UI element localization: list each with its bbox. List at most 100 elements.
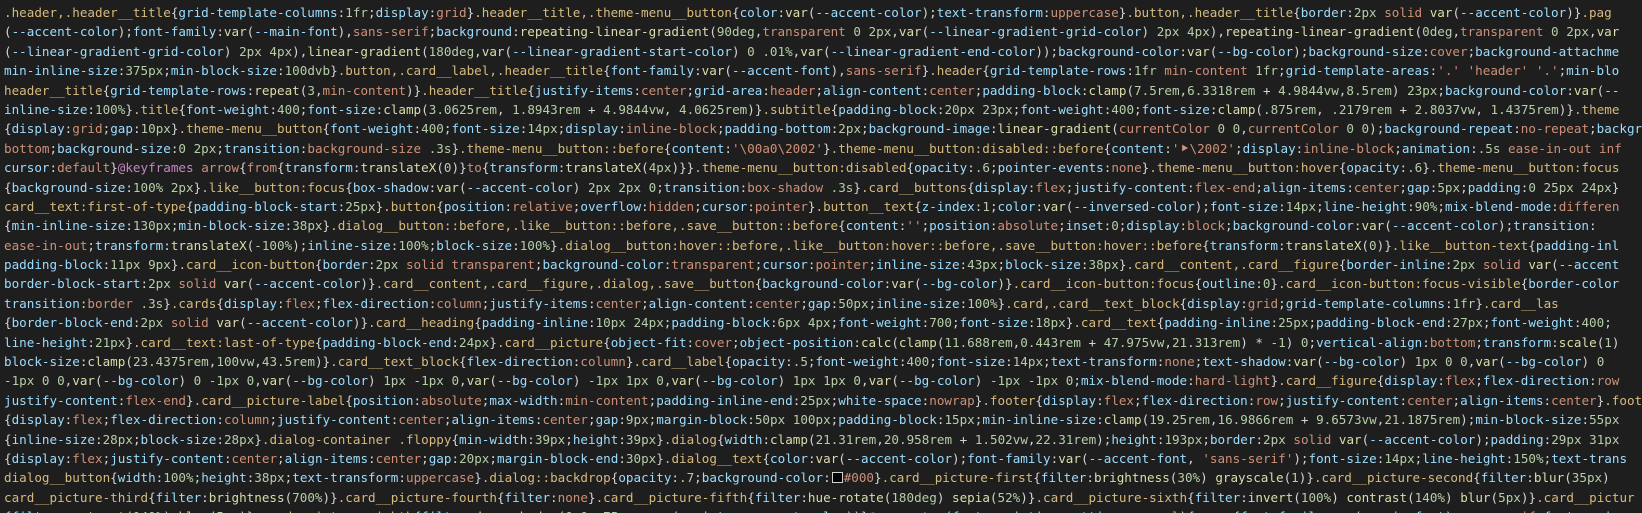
code-line[interactable]: card__picture-third{filter:brightness(70… <box>4 488 1642 507</box>
code-token: { <box>216 295 224 311</box>
code-token: ; <box>694 198 702 214</box>
code-token: : <box>777 5 786 20</box>
code-token: var <box>223 276 247 292</box>
code-token: 25px <box>1278 315 1309 331</box>
code-token: .theme <box>1573 101 1620 117</box>
code-token: 1 <box>982 198 990 214</box>
code-line[interactable]: border-block-start:2px solid var(--accen… <box>4 274 1642 293</box>
code-line[interactable]: {filter:contrast(140%) blur(5px)}.card__… <box>4 507 1642 513</box>
code-token: : <box>1005 354 1013 370</box>
code-token: { <box>527 82 535 98</box>
code-line[interactable]: {display:flex;justify-content:center;ali… <box>4 449 1642 468</box>
code-line[interactable]: -1px 0 0,var(--bg-color) 0 -1px 0,var(--… <box>4 371 1642 390</box>
code-token: grid-template-rows <box>989 63 1127 79</box>
code-token: absolute <box>421 392 482 408</box>
code-line[interactable]: {inline-size:28px;block-size:28px}.dialo… <box>4 430 1642 449</box>
code-token: card__text:first-of-type <box>4 198 186 214</box>
code-token: ) <box>1180 509 1188 513</box>
code-token: center <box>754 295 801 311</box>
code-line[interactable]: line-height:21px}.card__text:last-of-typ… <box>4 333 1642 352</box>
code-token: 400 <box>906 354 930 370</box>
code-token: display <box>1043 392 1097 408</box>
code-token: invert <box>1247 489 1294 505</box>
code-token: .cards <box>170 295 217 311</box>
code-token: 0 2px <box>1551 24 1589 40</box>
code-token: blur <box>1460 489 1491 505</box>
code-token: to <box>466 160 482 176</box>
code-token: ); <box>1475 431 1491 447</box>
code-token: : <box>1353 218 1362 234</box>
code-token: font-size <box>959 315 1028 331</box>
code-token: 30px <box>625 450 657 466</box>
code-token: var <box>1573 82 1597 98</box>
code-token: var <box>1043 198 1066 214</box>
code-token: inset <box>1065 218 1104 234</box>
code-token: border-inline <box>1346 257 1445 273</box>
code-token: line-height <box>1422 450 1506 466</box>
code-line[interactable]: {display:flex;flex-direction:column;just… <box>4 410 1642 429</box>
color-swatch-icon[interactable] <box>831 472 843 484</box>
code-line[interactable]: header__title {grid-template-rows: repeat (… <box>4 81 1642 100</box>
code-token: ); <box>1498 218 1514 234</box>
code-token: : <box>1422 43 1430 59</box>
code-token: : <box>223 450 232 466</box>
code-token: padding-block <box>4 257 103 273</box>
code-token: ( <box>1255 101 1263 117</box>
code-token: } <box>861 509 869 513</box>
code-line[interactable]: block-size:clamp(23.4375rem,100vw,43.5re… <box>4 352 1642 371</box>
code-line[interactable]: (--accent-color);font-family:var(--main-… <box>4 22 1642 41</box>
code-token: ( <box>1384 218 1392 234</box>
code-token: ( <box>709 24 717 40</box>
code-token: : <box>527 431 535 447</box>
code-token: ( <box>1361 237 1369 253</box>
code-token: justify-content <box>110 450 224 466</box>
code-line[interactable]: inline-size:100%}.title{font-weight:400;… <box>4 100 1642 119</box>
code-token: brightness <box>1093 470 1170 486</box>
code-token: inline-size <box>876 257 960 273</box>
code-token: var <box>649 509 672 513</box>
code-token: 11.688rem <box>944 334 1013 350</box>
code-token: calc <box>860 334 892 350</box>
code-token: ; <box>1308 334 1317 350</box>
code-line[interactable]: ease-in-out;transform:translateX(-100%);… <box>4 236 1642 255</box>
code-token: 43.5rem <box>261 354 315 370</box>
code-line[interactable]: dialog__button{width:100%;height:38px;te… <box>4 468 1642 487</box>
code-line[interactable]: min-inline-size:375px;min-block-size:100… <box>4 61 1642 80</box>
code-line[interactable]: (--linear-gradient-grid-color) 2px 4px),… <box>4 42 1642 61</box>
code-line[interactable]: padding-block:11px 9px}.card__icon-butto… <box>4 255 1642 274</box>
code-token: .card__label <box>633 354 725 370</box>
code-line[interactable]: cursor:default}@keyframes arrow{from{tra… <box>4 158 1642 177</box>
code-line[interactable]: {background-size:100% 2px}.like__button:… <box>4 178 1642 197</box>
code-token: .header__title <box>421 82 528 98</box>
code-token: 0 <box>1369 237 1377 253</box>
code-token: column <box>580 354 626 370</box>
code-token: { <box>345 179 353 195</box>
code-token: .button <box>383 198 437 214</box>
code-token: padding-block-start <box>193 198 338 214</box>
code-token: currentColor <box>1247 121 1347 137</box>
code-token: .6 <box>974 160 990 176</box>
code-token: flex <box>1103 392 1135 408</box>
code-token: ) * <box>1240 334 1271 350</box>
code-line[interactable]: .header,.header__title {grid-template-col… <box>4 3 1642 22</box>
code-token: : <box>853 334 861 350</box>
code-token: -1px 1px 0 <box>587 373 664 389</box>
code-token: min-block-size <box>1475 412 1582 428</box>
code-line[interactable]: {min-inline-size:130px;min-block-size:38… <box>4 216 1642 235</box>
code-line[interactable]: transition:border .3s}.cards{display:fle… <box>4 294 1642 313</box>
code-token: 2px <box>1353 5 1377 20</box>
code-token: ); <box>1096 431 1112 447</box>
code-editor[interactable]: .header,.header__title{grid-template-col… <box>0 0 1642 513</box>
code-token: ( <box>239 315 247 331</box>
code-line[interactable]: card__text:first-of-type{padding-block-s… <box>4 197 1642 216</box>
code-token: 23px <box>1407 82 1438 98</box>
code-token: font-weight <box>1020 101 1104 117</box>
code-token: transform <box>284 160 353 176</box>
code-line[interactable]: justify-content: flex-end}.card__picture-… <box>4 391 1642 410</box>
code-line[interactable]: {display:grid;gap:10px}.theme-menu__butt… <box>4 119 1642 138</box>
code-line[interactable]: bottom;background-size:0 2px;transition:… <box>4 139 1642 158</box>
code-token: linear-gradient <box>307 43 422 59</box>
code-token: clamp <box>1088 82 1127 98</box>
code-token: : <box>451 334 460 350</box>
code-line[interactable]: {border-block-end:2px solid var(--accent… <box>4 313 1642 332</box>
